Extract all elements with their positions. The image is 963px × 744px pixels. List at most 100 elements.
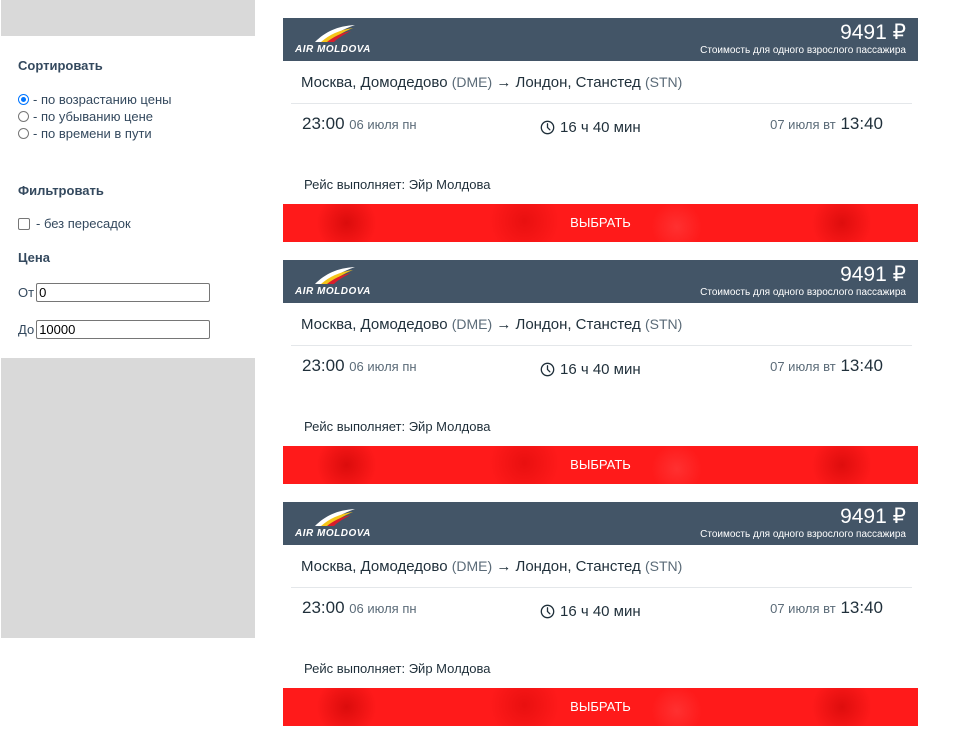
price-from-label: От: [18, 285, 35, 300]
route-arrow-icon: →: [496, 74, 512, 91]
price-title: Цена: [18, 250, 50, 265]
to-code: (STN): [644, 74, 683, 90]
select-flight-button[interactable]: ВЫБРАТЬ: [283, 446, 918, 484]
sort-option-duration[interactable]: - по времени в пути: [18, 125, 152, 141]
divider: [291, 345, 912, 346]
flight-card: AIR MOLDOVA 9491 ₽ Стоимость для одного …: [283, 502, 918, 726]
from-city: Москва, Домодедово: [301, 558, 448, 575]
departure-date: 06 июля пн: [349, 601, 417, 616]
duration: 16 ч 40 мин: [540, 361, 641, 378]
from-city: Москва, Домодедово: [301, 74, 448, 91]
sort-option-label: - по убыванию цене: [33, 108, 153, 124]
air-moldova-wing-icon: [315, 509, 355, 526]
card-header: AIR MOLDOVA 9491 ₽ Стоимость для одного …: [283, 260, 918, 303]
flight-price: 9491 ₽: [840, 505, 906, 528]
clock-icon: [540, 604, 555, 619]
clock-icon: [540, 362, 555, 377]
filter-panel: Сортировать - по возрастанию цены - по у…: [1, 36, 255, 358]
departure: 23:00 06 июля пн: [302, 114, 417, 134]
radio-button[interactable]: [18, 127, 29, 139]
arrival: 07 июля вт 13:40: [770, 598, 883, 618]
sort-option-label: - по возрастанию цены: [33, 91, 172, 107]
radio-button[interactable]: [18, 110, 29, 122]
airline-logo-text: AIR MOLDOVA: [295, 286, 371, 297]
price-to-label: До: [18, 322, 35, 337]
price-to-row: До 10000: [18, 320, 211, 339]
clock-icon: [540, 120, 555, 135]
to-code: (STN): [644, 316, 683, 332]
sort-option-label: - по времени в пути: [33, 125, 152, 141]
select-flight-button[interactable]: ВЫБРАТЬ: [283, 204, 918, 242]
to-city: Лондон, Станстед: [515, 74, 641, 91]
price-from-row: От 0: [18, 283, 211, 302]
to-code: (STN): [644, 558, 683, 574]
radio-button-checked[interactable]: [18, 93, 29, 105]
card-header: AIR MOLDOVA 9491 ₽ Стоимость для одного …: [283, 18, 918, 61]
airline-logo: AIR MOLDOVA: [295, 24, 385, 58]
route-arrow-icon: →: [496, 316, 512, 333]
from-code: (DME): [451, 74, 493, 90]
from-code: (DME): [451, 558, 493, 574]
route: Москва, Домодедово (DME) → Лондон, Станс…: [301, 316, 682, 333]
filter-nonstop[interactable]: - без пересадок: [18, 216, 131, 231]
sort-option-price-desc[interactable]: - по убыванию цене: [18, 108, 153, 124]
flight-price: 9491 ₽: [840, 21, 906, 44]
air-moldova-wing-icon: [315, 25, 355, 42]
departure-date: 06 июля пн: [349, 359, 417, 374]
flight-card: AIR MOLDOVA 9491 ₽ Стоимость для одного …: [283, 260, 918, 484]
duration: 16 ч 40 мин: [540, 603, 641, 620]
departure: 23:00 06 июля пн: [302, 598, 417, 618]
airline-logo-text: AIR MOLDOVA: [295, 44, 371, 55]
airline-logo: AIR MOLDOVA: [295, 508, 385, 542]
arrival-time: 13:40: [840, 114, 883, 133]
sidebar-top-spacer: [1, 0, 255, 36]
duration-text: 16 ч 40 мин: [560, 119, 641, 136]
price-note: Стоимость для одного взрослого пассажира: [700, 529, 906, 540]
filter-sidebar: Сортировать - по возрастанию цены - по у…: [1, 0, 255, 638]
nonstop-checkbox[interactable]: [18, 217, 30, 230]
air-moldova-wing-icon: [315, 267, 355, 284]
price-note: Стоимость для одного взрослого пассажира: [700, 287, 906, 298]
airline-logo: AIR MOLDOVA: [295, 266, 385, 300]
from-city: Москва, Домодедово: [301, 316, 448, 333]
departure: 23:00 06 июля пн: [302, 356, 417, 376]
duration: 16 ч 40 мин: [540, 119, 641, 136]
divider: [291, 103, 912, 104]
airline-logo-text: AIR MOLDOVA: [295, 528, 371, 539]
arrival-time: 13:40: [840, 598, 883, 617]
sort-title: Сортировать: [18, 58, 103, 73]
departure-time: 23:00: [302, 114, 345, 133]
duration-text: 16 ч 40 мин: [560, 603, 641, 620]
select-flight-button[interactable]: ВЫБРАТЬ: [283, 688, 918, 726]
arrival-date: 07 июля вт: [770, 359, 836, 374]
arrival-date: 07 июля вт: [770, 601, 836, 616]
to-city: Лондон, Станстед: [515, 558, 641, 575]
price-to-input[interactable]: 10000: [36, 320, 211, 339]
arrival: 07 июля вт 13:40: [770, 114, 883, 134]
flight-card: AIR MOLDOVA 9491 ₽ Стоимость для одного …: [283, 18, 918, 242]
price-from-input[interactable]: 0: [36, 283, 211, 302]
departure-time: 23:00: [302, 598, 345, 617]
operator: Рейс выполняет: Эйр Молдова: [304, 177, 491, 192]
arrival-date: 07 июля вт: [770, 117, 836, 132]
to-city: Лондон, Станстед: [515, 316, 641, 333]
route: Москва, Домодедово (DME) → Лондон, Станс…: [301, 74, 682, 91]
flight-price: 9491 ₽: [840, 263, 906, 286]
price-note: Стоимость для одного взрослого пассажира: [700, 45, 906, 56]
sort-option-price-asc[interactable]: - по возрастанию цены: [18, 91, 171, 107]
nonstop-label: - без пересадок: [36, 216, 131, 231]
divider: [291, 587, 912, 588]
sidebar-bottom-spacer: [1, 358, 255, 638]
card-header: AIR MOLDOVA 9491 ₽ Стоимость для одного …: [283, 502, 918, 545]
from-code: (DME): [451, 316, 493, 332]
filter-title: Фильтровать: [18, 183, 104, 198]
operator: Рейс выполняет: Эйр Молдова: [304, 661, 491, 676]
operator: Рейс выполняет: Эйр Молдова: [304, 419, 491, 434]
route-arrow-icon: →: [496, 558, 512, 575]
arrival-time: 13:40: [840, 356, 883, 375]
departure-time: 23:00: [302, 356, 345, 375]
route: Москва, Домодедово (DME) → Лондон, Станс…: [301, 558, 682, 575]
arrival: 07 июля вт 13:40: [770, 356, 883, 376]
departure-date: 06 июля пн: [349, 117, 417, 132]
duration-text: 16 ч 40 мин: [560, 361, 641, 378]
